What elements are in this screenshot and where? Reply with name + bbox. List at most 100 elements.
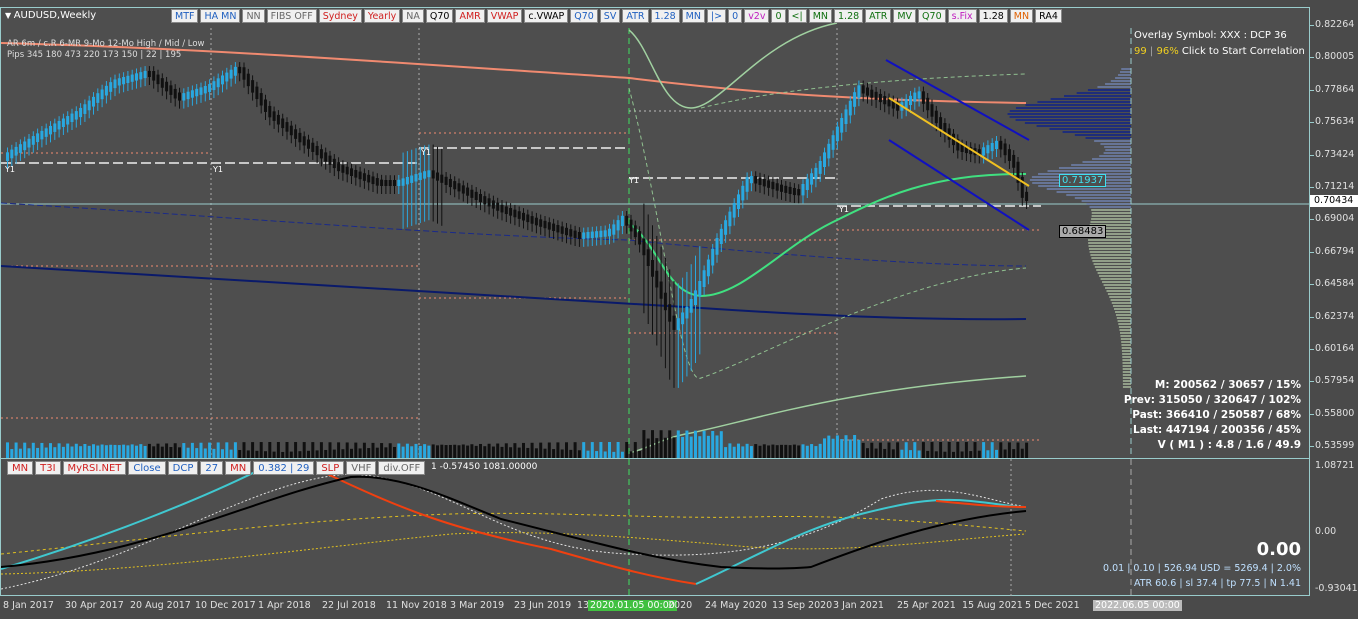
- toolbar_top-button--[interactable]: |>: [706, 9, 727, 23]
- toolbar_top-button-atr[interactable]: ATR: [865, 9, 892, 23]
- oscillator-subchart[interactable]: MN T3I MyRSI.NET Close DCP 27 MN 0.382 | 29 SLP V…: [0, 458, 1311, 597]
- volume-bar: [668, 430, 672, 458]
- volume-bar: [689, 436, 693, 458]
- volume-bar: [388, 443, 392, 458]
- candle-body: [487, 198, 491, 207]
- toolbar_top-button-s-fix[interactable]: s.Fix: [947, 9, 977, 23]
- toolbar_sub-button-27[interactable]: 27: [200, 461, 224, 475]
- range-table-header: AR 6m / c.R 6-MR 9-Mo 12-Mo High / Mid /…: [7, 39, 205, 49]
- candle-body: [530, 216, 534, 224]
- candle-body: [818, 161, 822, 174]
- volume-profile-bar: [1122, 371, 1131, 373]
- volume-profile-bar: [1122, 374, 1131, 376]
- toolbar_sub-button-dcp[interactable]: DCP: [167, 461, 199, 475]
- volume-profile-bar: [1100, 278, 1131, 280]
- candle-body: [117, 78, 121, 86]
- toolbar_top-button-yearly[interactable]: Yearly: [363, 9, 401, 23]
- dropdown-triangle-icon[interactable]: ▼: [5, 11, 14, 20]
- toolbar_top-button-mn[interactable]: MN: [681, 9, 705, 23]
- toolbar_top-button-1-28[interactable]: 1.28: [834, 9, 864, 23]
- toolbar_top-button-atr[interactable]: ATR: [622, 9, 649, 23]
- toolbar_sub-button-0-382-29[interactable]: 0.382 | 29: [253, 461, 315, 475]
- volume-profile-bar: [1091, 215, 1131, 217]
- volume-bar: [1025, 442, 1029, 458]
- volume-bar: [337, 442, 341, 458]
- toolbar_top-button-mtf[interactable]: MTF: [171, 9, 199, 23]
- toolbar_sub-button-div-off[interactable]: div.OFF: [378, 461, 426, 475]
- volume-bar: [1003, 449, 1007, 458]
- volume-bar: [418, 445, 422, 458]
- top-indicator-toolbar: MTF HA MN NN FIBS OFF Sydney Yearly NA Q70 AMR VW…: [171, 9, 1062, 23]
- toolbar_top-button-nn[interactable]: NN: [242, 9, 265, 23]
- toolbar_top-button-c-vwap[interactable]: c.VWAP: [524, 9, 569, 23]
- toolbar_top-button-sydney[interactable]: Sydney: [318, 9, 362, 23]
- toolbar_top-button-mn[interactable]: MN: [808, 9, 833, 23]
- candle-body: [255, 86, 259, 100]
- toolbar_top-button-0[interactable]: 0: [728, 9, 743, 23]
- toolbar_top-button--[interactable]: <|: [787, 9, 807, 23]
- toolbar_sub-button-t3i[interactable]: T3I: [35, 461, 61, 475]
- candle-body: [861, 85, 865, 94]
- time-tick-label: 25 Apr 2021: [897, 600, 956, 611]
- volume-bar: [780, 444, 783, 458]
- volume-bar: [427, 445, 431, 458]
- toolbar_sub-button-slp[interactable]: SLP: [316, 461, 345, 475]
- black-oscillator-line: [1, 475, 1027, 570]
- toolbar_top-button-sv[interactable]: SV: [599, 9, 621, 23]
- toolbar_top-button-mn[interactable]: MN: [1009, 9, 1034, 23]
- candle-body: [814, 167, 818, 180]
- candle-body: [109, 82, 113, 92]
- toolbar_top-button-ra4[interactable]: RA4: [1035, 9, 1062, 23]
- candle-body: [281, 118, 285, 129]
- volume-bar: [651, 430, 654, 458]
- toolbar_top-button-fibs-off[interactable]: FIBS OFF: [266, 9, 317, 23]
- time-axis[interactable]: 8 Jan 2017 30 Apr 2017 20 Aug 2017 10 Dec 2…: [0, 596, 1310, 619]
- candle-body: [315, 145, 319, 156]
- volume-profile-bar: [1122, 368, 1131, 370]
- correlation-link[interactable]: 99 | 96% Click to Start Correlation: [1134, 46, 1305, 57]
- volume-bar: [947, 442, 951, 458]
- toolbar_sub-button-vhf[interactable]: VHF: [346, 461, 377, 475]
- candle-body: [616, 220, 620, 231]
- candle-body: [354, 169, 358, 178]
- candle-body: [689, 299, 693, 313]
- price-tick: [1310, 381, 1314, 383]
- candle-body: [74, 111, 78, 120]
- oscillator-axis[interactable]: 1.08721 0.00 -0.93041: [1310, 458, 1358, 596]
- toolbar_top-button-na[interactable]: NA: [402, 9, 424, 23]
- toolbar_sub-button-mn[interactable]: MN: [225, 461, 252, 475]
- candle-body: [483, 196, 487, 205]
- main-price-chart[interactable]: ▼ AUDUSD,Weekly MTF HA MN NN FIBS OFF Sydney…: [0, 7, 1311, 460]
- toolbar_top-button-vwap[interactable]: VWAP: [486, 9, 523, 23]
- volume-bar: [663, 437, 667, 458]
- volume-bar: [246, 450, 250, 458]
- volume-bar: [6, 442, 9, 458]
- toolbar_top-button-1-28[interactable]: 1.28: [650, 9, 680, 23]
- subchart-info: 1 -0.57450 1081.00000: [431, 462, 538, 472]
- toolbar_sub-button-myrsi-net[interactable]: MyRSI.NET: [62, 461, 127, 475]
- volume-bar: [233, 442, 237, 458]
- toolbar_top-button-amr[interactable]: AMR: [455, 9, 485, 23]
- price-plot-area[interactable]: [1, 8, 1311, 460]
- toolbar_top-button-q70[interactable]: Q70: [918, 9, 946, 23]
- toolbar_sub-button-close[interactable]: Close: [128, 461, 166, 475]
- volume-bar: [990, 442, 994, 458]
- toolbar_top-button-q70[interactable]: Q70: [425, 9, 454, 23]
- price-axis[interactable]: 0.82264 0.80005 0.77864 0.75634 0.73424 0.712…: [1310, 7, 1358, 459]
- volume-profile-bar: [1118, 74, 1131, 76]
- candle-body: [53, 123, 57, 132]
- oscillator-plot-area[interactable]: [1, 459, 1311, 597]
- volume-bar: [440, 444, 444, 458]
- toolbar_top-button-v2v[interactable]: v2v: [744, 9, 770, 23]
- toolbar_top-button-ha-mn[interactable]: HA MN: [200, 9, 241, 23]
- volume-bar: [517, 447, 521, 458]
- candle-body: [289, 125, 293, 136]
- volume-bar: [788, 445, 792, 458]
- toolbar_top-button-q70[interactable]: Q70: [570, 9, 598, 23]
- toolbar_top-button-0[interactable]: 0: [771, 9, 786, 23]
- toolbar_sub-button-mn[interactable]: MN: [7, 461, 34, 475]
- toolbar_top-button-mv[interactable]: MV: [893, 9, 917, 23]
- toolbar_top-button-1-28[interactable]: 1.28: [978, 9, 1008, 23]
- candle-body: [522, 212, 525, 221]
- overlay-symbol-label[interactable]: Overlay Symbol: XXX : DCP 36: [1134, 30, 1287, 41]
